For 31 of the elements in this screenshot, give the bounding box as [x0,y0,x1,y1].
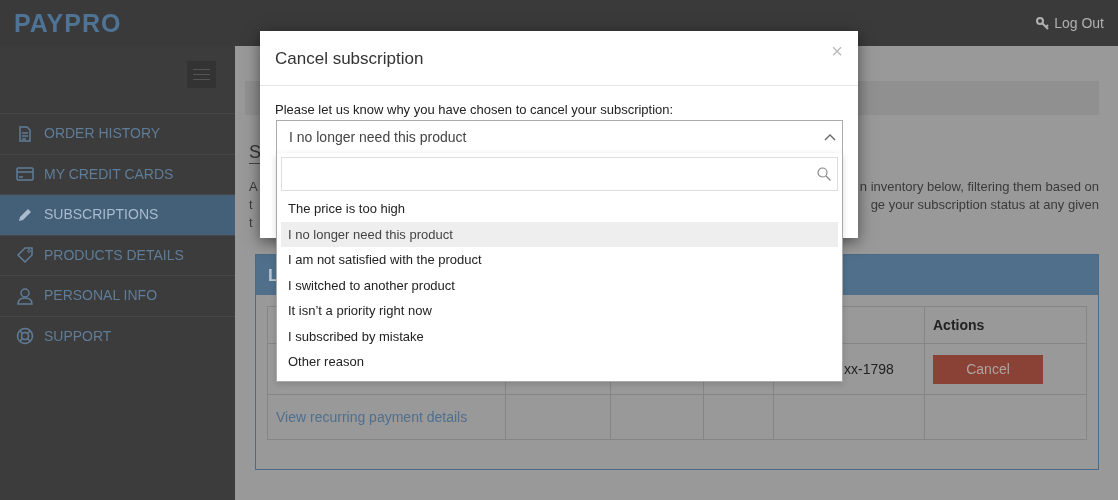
intro-text: A [249,178,258,196]
cancel-button[interactable]: Cancel [933,354,1043,384]
dropdown-option[interactable]: I switched to another product [281,272,838,298]
intro-text: n inventory below, filtering them based on [859,178,1099,196]
search-icon [817,167,831,181]
key-icon [1036,16,1051,30]
intro-text: t [249,196,253,214]
dropdown-option[interactable]: I no longer need this product [281,221,838,247]
intro-text: t [249,214,253,232]
prompt-text: Please let us know why you have chosen to cancel your subscription: [275,102,675,118]
document-icon [16,124,34,143]
table-cell: xx-1798 [844,360,894,377]
caret-icon [824,133,836,141]
dropdown-option[interactable]: Other reason [281,349,838,375]
user-icon [16,286,34,305]
select-field[interactable]: I no longer need this product [276,120,843,154]
modal-title: Cancel subscription [275,48,424,70]
dropdown-option[interactable]: The price is too high [281,196,838,222]
search-field[interactable] [281,157,838,191]
logo: PAYPRO [14,10,122,36]
menu-button[interactable] [187,61,216,88]
credit-card-icon [16,165,34,184]
dropdown-option[interactable]: I subscribed by mistake [281,323,838,349]
table-header: Actions [924,306,1087,344]
tag-icon [16,246,34,265]
dropdown-option[interactable]: I am not satisfied with the product [281,247,838,273]
intro-text: ge your subscription status at any given [870,196,1099,214]
lifebuoy-icon [16,327,34,346]
logout-link[interactable]: Log Out [1036,12,1104,34]
dropdown-option[interactable]: It isn’t a priority right now [281,298,838,324]
sidebar-item[interactable]: SUBSCRIPTIONS [0,194,235,235]
